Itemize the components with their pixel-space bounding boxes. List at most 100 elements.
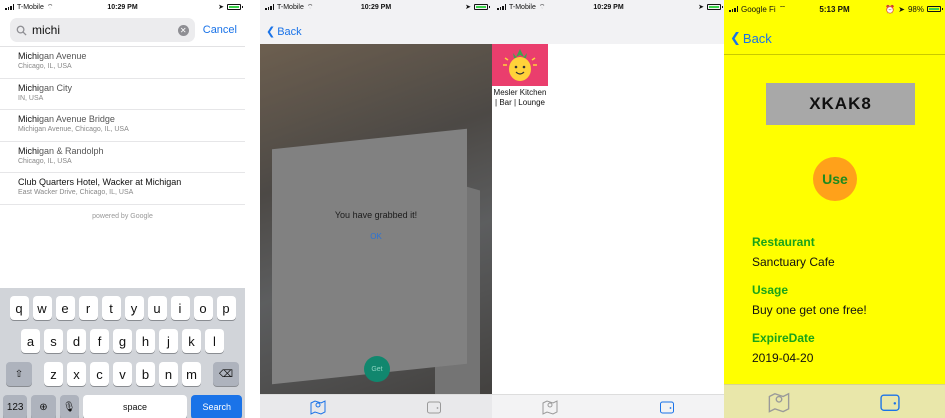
key-c[interactable]: c — [90, 362, 109, 386]
battery-icon — [927, 6, 943, 12]
nav-bar: Google Fi ⌔ 5:13 PM ⏰ ➤ 98% ❮ Back — [724, 0, 945, 55]
map-tab-icon[interactable] — [542, 399, 558, 415]
status-bar: Google Fi ⌔ 5:13 PM ⏰ ➤ 98% — [724, 0, 945, 18]
wallet-tab-icon[interactable] — [426, 399, 442, 415]
battery-icon — [474, 4, 490, 10]
tab-bar — [260, 394, 492, 418]
result-subtitle: Chicago, IL, USA — [18, 63, 72, 70]
result-subtitle: East Wacker Drive, Chicago, IL, USA — [18, 189, 134, 196]
status-time: 10:29 PM — [107, 3, 138, 11]
result-title: Michigan City — [18, 83, 227, 93]
status-time: 10:29 PM — [360, 3, 392, 11]
map-tab-icon[interactable] — [310, 399, 326, 415]
key-b[interactable]: b — [136, 362, 155, 386]
key-w[interactable]: w — [32, 296, 52, 320]
key-j[interactable]: j — [159, 329, 178, 353]
clear-icon[interactable]: ✕ — [177, 24, 189, 36]
key-l[interactable]: l — [205, 329, 224, 353]
signal-icon — [497, 4, 506, 10]
keyboard-row-2: asdfghjkl — [3, 329, 242, 353]
result-title-rest: gan City — [39, 82, 73, 93]
key-o[interactable]: o — [193, 296, 213, 320]
chevron-left-icon: ❮ — [266, 26, 276, 38]
key-k[interactable]: k — [182, 329, 201, 353]
key-x[interactable]: x — [67, 362, 86, 386]
status-bar: T-Mobile ⌔ 10:29 PM ➤ — [492, 0, 725, 14]
location-icon: ➤ — [465, 4, 471, 11]
mic-key[interactable]: 🎙 — [59, 395, 79, 418]
wifi-icon: ⌔ — [778, 4, 787, 13]
key-f[interactable]: f — [90, 329, 109, 353]
key-u[interactable]: u — [147, 296, 167, 320]
alarm-icon: ⏰ — [885, 4, 896, 14]
search-key[interactable]: Search — [191, 395, 242, 418]
key-r[interactable]: r — [78, 296, 98, 320]
nav-bar: T-Mobile ⌔ 10:29 PM ➤ — [492, 0, 725, 44]
key-a[interactable]: a — [21, 329, 40, 353]
alert-dialog: You have grabbed it! OK — [260, 210, 492, 241]
get-button[interactable]: Get — [364, 356, 390, 382]
back-button[interactable]: ❮ Back — [730, 30, 772, 46]
result-subtitle: Chicago, IL, USA — [18, 157, 72, 165]
key-s[interactable]: s — [44, 329, 63, 353]
delete-key[interactable]: ⌫ — [213, 362, 239, 386]
shift-key[interactable]: ⇧ — [6, 362, 32, 386]
wifi-icon: ⌔ — [306, 3, 314, 11]
search-input[interactable]: michi ✕ — [10, 18, 195, 42]
result-title-rest: gan Avenue — [39, 51, 87, 61]
cancel-button[interactable]: Cancel — [203, 24, 237, 36]
search-screen: T-Mobile ⌔ 10:29 PM ➤ michi ✕ Cancel Mich… — [0, 0, 245, 418]
key-h[interactable]: h — [136, 329, 155, 353]
field-value: 2019-04-20 — [752, 351, 814, 365]
key-y[interactable]: y — [124, 296, 144, 320]
key-e[interactable]: e — [55, 296, 75, 320]
wifi-icon: ⌔ — [538, 3, 546, 11]
keyboard-row-3: ⇧ zxcvbnm ⌫ — [3, 362, 242, 386]
key-d[interactable]: d — [67, 329, 86, 353]
nav-bar: T-Mobile ⌔ 10:29 PM ➤ ❮ Back — [260, 0, 492, 44]
battery-icon — [227, 4, 243, 10]
key-m[interactable]: m — [182, 362, 201, 386]
space-key[interactable]: space — [82, 395, 188, 418]
result-item[interactable]: Michigan City IN, USA — [0, 79, 245, 110]
search-icon — [16, 25, 27, 36]
key-t[interactable]: t — [101, 296, 121, 320]
key-i[interactable]: i — [170, 296, 190, 320]
numbers-key[interactable]: 123 — [3, 395, 28, 418]
keyboard-row-4: 123 ⊕ 🎙 space Search — [3, 395, 242, 418]
result-item[interactable]: Michigan Avenue Chicago, IL, USA — [0, 47, 245, 79]
key-v[interactable]: v — [113, 362, 132, 386]
alert-ok-button[interactable]: OK — [260, 232, 492, 241]
field-value: Sanctuary Cafe — [752, 255, 835, 269]
status-bar: T-Mobile ⌔ 10:29 PM ➤ — [0, 0, 245, 14]
result-item[interactable]: Michigan & Randolph Chicago, IL, USA — [0, 142, 245, 173]
back-button[interactable]: ❮ Back — [266, 25, 302, 39]
search-query: michi — [32, 23, 61, 37]
key-p[interactable]: p — [216, 296, 236, 320]
status-time: 10:29 PM — [593, 3, 624, 11]
result-item[interactable]: Michigan Avenue Bridge Michigan Avenue, C… — [0, 110, 245, 142]
powered-by-google: powered by Google — [92, 212, 153, 220]
alert-message: You have grabbed it! — [334, 210, 418, 220]
map-tab-icon[interactable] — [768, 391, 790, 413]
result-item[interactable]: Club Quarters Hotel, Wacker at Michigan E… — [0, 173, 245, 205]
screens-composite: T-Mobile ⌔ 10:29 PM ➤ michi ✕ Cancel Mich… — [0, 0, 945, 418]
result-title-match: Michi — [18, 82, 40, 93]
key-q[interactable]: q — [9, 296, 29, 320]
key-z[interactable]: z — [44, 362, 63, 386]
key-g[interactable]: g — [113, 329, 132, 353]
restaurant-tile[interactable]: Mesler Kitchen | Bar | Lounge — [492, 44, 548, 108]
use-button[interactable]: Use — [813, 157, 857, 201]
field-label: Restaurant — [752, 235, 815, 249]
globe-key[interactable]: ⊕ — [31, 395, 56, 418]
pineapple-icon — [492, 44, 548, 86]
coupon-screen: Google Fi ⌔ 5:13 PM ⏰ ➤ 98% ❮ Back XKAK8 Use… — [724, 0, 945, 418]
result-title: Michigan & Randolph — [18, 146, 227, 156]
wallet-tab-icon[interactable] — [659, 399, 675, 415]
result-subtitle: IN, USA — [18, 94, 44, 102]
key-n[interactable]: n — [159, 362, 178, 386]
coupon-code: XKAK8 — [766, 83, 915, 125]
collection-screen: T-Mobile ⌔ 10:29 PM ➤ Mesler Kitchen | Ba… — [492, 0, 725, 418]
results-list: Michigan Avenue Chicago, IL, USA Michigan … — [0, 46, 245, 205]
wallet-tab-icon[interactable] — [879, 391, 901, 413]
